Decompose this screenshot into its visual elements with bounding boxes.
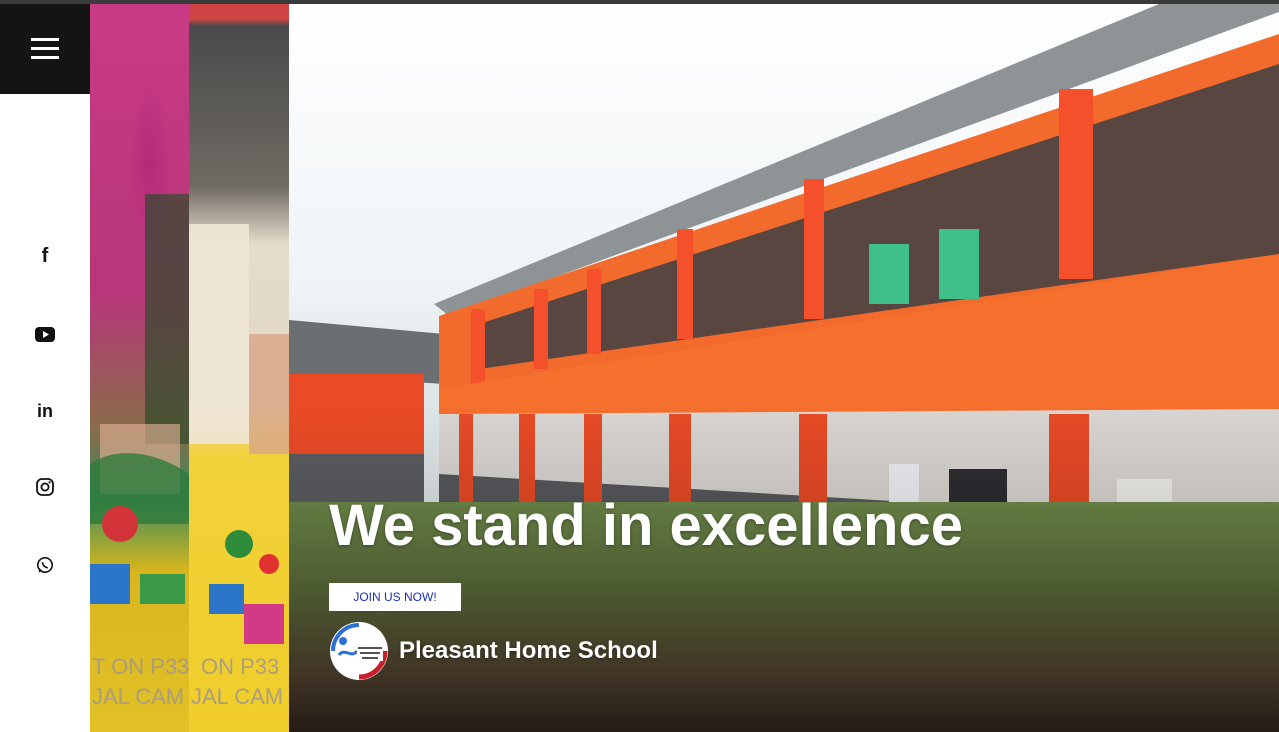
- instagram-link[interactable]: [0, 472, 90, 502]
- classroom-photo: [189, 224, 289, 644]
- children-photo: [90, 194, 189, 604]
- background-sign-text-3: ON P33: [201, 654, 280, 679]
- menu-button[interactable]: [0, 4, 90, 94]
- linkedin-link[interactable]: in: [0, 396, 90, 426]
- school-name: Pleasant Home School: [399, 637, 658, 664]
- gallery-strip-children: T ON P33 JAL CAM: [90, 4, 189, 732]
- gallery-strip-classroom: ON P33 JAL CAM: [189, 4, 289, 732]
- background-sign-text-2: JAL CAM: [92, 684, 185, 709]
- whatsapp-link[interactable]: [0, 550, 90, 580]
- facebook-icon: f: [41, 244, 49, 267]
- whatsapp-icon: [37, 557, 53, 573]
- hero-section: We stand in excellence JOIN US NOW! Plea…: [289, 4, 1279, 732]
- facebook-link[interactable]: f: [0, 241, 90, 271]
- hamburger-menu-icon: [31, 38, 59, 59]
- instagram-icon: [36, 478, 54, 496]
- school-brand[interactable]: Pleasant Home School: [329, 621, 658, 681]
- join-us-button[interactable]: JOIN US NOW!: [329, 583, 461, 611]
- social-sidebar: f in: [0, 94, 90, 732]
- page: T ON P33 JAL CAM ON P33 JAL CAM We stand…: [0, 0, 1279, 732]
- background-sign-text-1: T ON P33: [92, 654, 190, 679]
- school-logo-icon: [330, 622, 388, 680]
- background-sign-text-4: JAL CAM: [191, 684, 284, 709]
- youtube-link[interactable]: [0, 319, 90, 349]
- linkedin-icon: in: [37, 400, 53, 421]
- youtube-icon: [35, 326, 55, 342]
- hero-title: We stand in excellence: [329, 493, 963, 558]
